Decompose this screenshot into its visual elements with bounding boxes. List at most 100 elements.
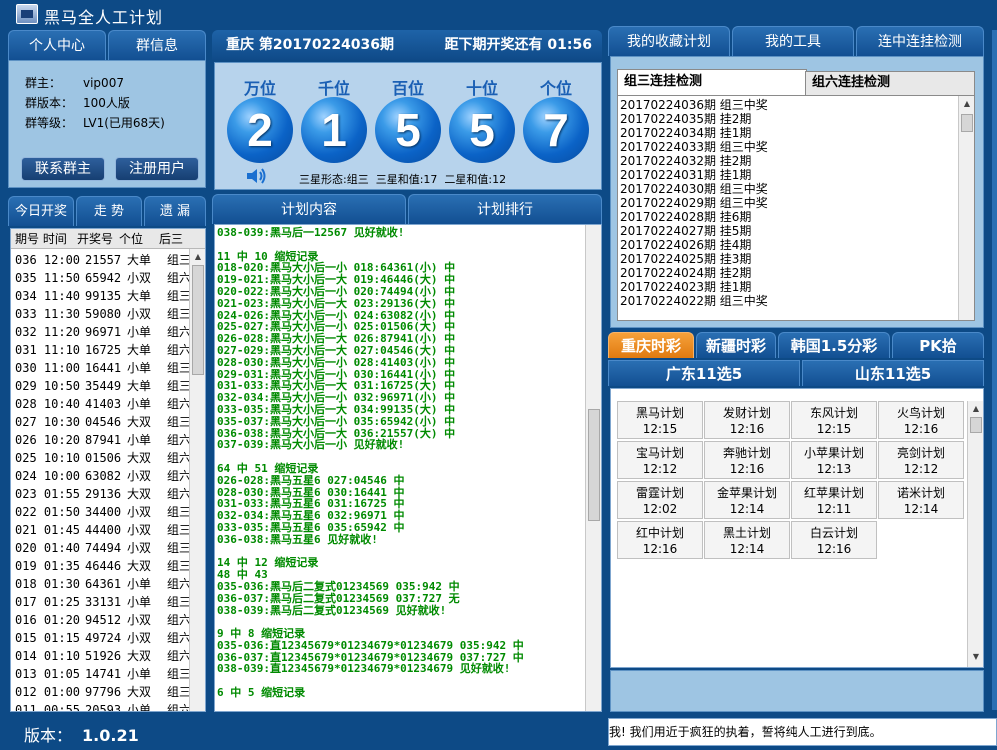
plan-card[interactable]: 黑马计划 12:15 <box>617 401 703 439</box>
plan-time: 12:14 <box>903 502 939 516</box>
history-row[interactable]: 035 11:50 65942 小双 组六 <box>11 269 205 287</box>
plan-card[interactable]: 亮剑计划 12:12 <box>878 441 964 479</box>
history-row[interactable]: 016 01:20 94512 小双 组六 <box>11 611 205 629</box>
plan-card[interactable]: 发财计划 12:16 <box>704 401 790 439</box>
plan-card[interactable]: 火鸟计划 12:16 <box>878 401 964 439</box>
history-row[interactable]: 011 00:55 20593 小单 组六 <box>11 701 205 712</box>
history-row[interactable]: 025 10:10 01506 大双 组六 <box>11 449 205 467</box>
history-row[interactable]: 024 10:00 63082 小双 组六 <box>11 467 205 485</box>
history-row[interactable]: 027 10:30 04546 大双 组三 <box>11 413 205 431</box>
plan-grid-scrollbar[interactable]: ▲ ▼ <box>967 401 983 667</box>
plan-card[interactable]: 红苹果计划 12:11 <box>791 481 877 519</box>
detect-lines: 20170224036期 组三中奖 20170224035期 挂2期 2017022… <box>620 98 768 308</box>
cell-unit: 小双 <box>127 613 152 627</box>
scroll-thumb[interactable] <box>192 265 204 375</box>
plan-card[interactable]: 雷霆计划 12:02 <box>617 481 703 519</box>
cell-issue-time: 027 10:30 <box>15 415 81 429</box>
plan-time: 12:13 <box>816 462 852 476</box>
cell-unit: 小单 <box>127 703 152 712</box>
history-scrollbar[interactable]: ▲ <box>189 249 205 711</box>
tab-personal-center[interactable]: 个人中心 <box>8 30 106 60</box>
scroll-thumb[interactable] <box>961 114 973 132</box>
plan-card[interactable]: 小苹果计划 12:13 <box>791 441 877 479</box>
cell-unit: 小双 <box>127 541 152 555</box>
history-row[interactable]: 034 11:40 99135 大单 组三 <box>11 287 205 305</box>
tab-guangdong[interactable]: 广东11选5 <box>608 360 800 386</box>
history-row[interactable]: 017 01:25 33131 小单 组三 <box>11 593 205 611</box>
history-row[interactable]: 021 01:45 44400 小双 组三 <box>11 521 205 539</box>
tab-my-favorites[interactable]: 我的收藏计划 <box>608 26 730 56</box>
cell-issue-time: 036 12:00 <box>15 253 81 267</box>
history-row[interactable]: 033 11:30 59080 小双 组三 <box>11 305 205 323</box>
tab-today-draw[interactable]: 今日开奖 <box>8 196 74 226</box>
tab-label: 我的工具 <box>765 34 821 50</box>
history-row[interactable]: 030 11:00 16441 小单 组三 <box>11 359 205 377</box>
plan-card[interactable]: 奔驰计划 12:16 <box>704 441 790 479</box>
history-row[interactable]: 013 01:05 14741 小单 组三 <box>11 665 205 683</box>
tab-trend[interactable]: 走 势 <box>76 196 142 226</box>
plan-content-area[interactable]: 038-039:黑马后一12567 见好就收! 11 中 10 缩短记录 018-0… <box>214 224 602 712</box>
history-row[interactable]: 018 01:30 64361 小单 组六 <box>11 575 205 593</box>
cell-issue-time: 018 01:30 <box>15 577 81 591</box>
scroll-up-icon[interactable]: ▲ <box>192 251 204 263</box>
subtab-zu3[interactable]: 组三连挂检测 <box>617 69 807 95</box>
plan-name: 奔驰计划 <box>722 446 771 460</box>
tab-plan-content[interactable]: 计划内容 <box>212 194 406 224</box>
owner-label: 群主： <box>25 76 62 90</box>
history-row[interactable]: 028 10:40 41403 小单 组六 <box>11 395 205 413</box>
register-user-button[interactable]: 注册用户 <box>115 157 199 181</box>
plan-card[interactable]: 白云计划 12:16 <box>791 521 877 559</box>
detect-list[interactable]: 20170224036期 组三中奖 20170224035期 挂2期 2017022… <box>617 95 975 321</box>
detect-scrollbar[interactable]: ▲ <box>958 96 974 320</box>
plan-card[interactable]: 东风计划 12:15 <box>791 401 877 439</box>
history-row[interactable]: 036 12:00 21557 大单 组三 <box>11 251 205 269</box>
tab-xinjiang[interactable]: 新疆时彩 <box>696 332 776 358</box>
cell-number: 87941 <box>85 433 122 447</box>
scroll-thumb[interactable] <box>970 417 982 433</box>
cell-issue-time: 032 11:20 <box>15 325 81 339</box>
tab-label: 遗 漏 <box>159 204 191 219</box>
history-row[interactable]: 029 10:50 35449 大单 组三 <box>11 377 205 395</box>
plan-time: 12:12 <box>903 462 939 476</box>
tab-chongqing[interactable]: 重庆时彩 <box>608 332 694 358</box>
speaker-icon[interactable] <box>245 167 267 185</box>
history-row[interactable]: 022 01:50 34400 小双 组三 <box>11 503 205 521</box>
issue-title: 重庆 第20170224036期 <box>226 37 395 53</box>
history-row[interactable]: 032 11:20 96971 小单 组六 <box>11 323 205 341</box>
cell-number: 14741 <box>85 667 122 681</box>
scroll-up-icon[interactable]: ▲ <box>961 98 973 110</box>
shape-text: 三星形态:组三 <box>299 173 369 186</box>
history-row[interactable]: 023 01:55 29136 大双 组六 <box>11 485 205 503</box>
tab-shandong[interactable]: 山东11选5 <box>802 360 984 386</box>
history-row[interactable]: 019 01:35 46446 大双 组三 <box>11 557 205 575</box>
history-header: 期号 时间 开奖号 个位 后三 <box>11 229 205 249</box>
scroll-up-icon[interactable]: ▲ <box>970 403 982 415</box>
plan-scrollbar[interactable] <box>585 225 601 711</box>
tab-missing[interactable]: 遗 漏 <box>144 196 206 226</box>
plan-card[interactable]: 金苹果计划 12:14 <box>704 481 790 519</box>
tab-streak-detect[interactable]: 连中连挂检测 <box>856 26 984 56</box>
history-row[interactable]: 014 01:10 51926 大双 组六 <box>11 647 205 665</box>
contact-owner-button[interactable]: 联系群主 <box>21 157 105 181</box>
history-row[interactable]: 031 11:10 16725 大单 组六 <box>11 341 205 359</box>
detect-line: 20170224035期 挂2期 <box>620 112 752 126</box>
plan-time: 12:12 <box>642 462 678 476</box>
history-row[interactable]: 015 01:15 49724 小双 组六 <box>11 629 205 647</box>
tab-pk10[interactable]: PK拾 <box>892 332 984 358</box>
plan-line: 6 中 5 缩短记录 <box>217 686 306 700</box>
history-row[interactable]: 020 01:40 74494 小双 组三 <box>11 539 205 557</box>
tab-group-info[interactable]: 群信息 <box>108 30 206 60</box>
plan-card[interactable]: 红中计划 12:16 <box>617 521 703 559</box>
scroll-down-icon[interactable]: ▼ <box>970 651 982 663</box>
plan-card[interactable]: 黑土计划 12:14 <box>704 521 790 559</box>
tab-korea[interactable]: 韩国1.5分彩 <box>778 332 890 358</box>
plan-card[interactable]: 诺米计划 12:14 <box>878 481 964 519</box>
history-row[interactable]: 026 10:20 87941 小单 组六 <box>11 431 205 449</box>
history-row[interactable]: 012 01:00 97796 大双 组三 <box>11 683 205 701</box>
scroll-thumb[interactable] <box>588 409 600 521</box>
plan-card[interactable]: 宝马计划 12:12 <box>617 441 703 479</box>
subtab-zu6[interactable]: 组六连挂检测 <box>805 71 975 95</box>
cell-issue-time: 011 00:55 <box>15 703 81 712</box>
tab-my-tools[interactable]: 我的工具 <box>732 26 854 56</box>
tab-plan-ranking[interactable]: 计划排行 <box>408 194 602 224</box>
